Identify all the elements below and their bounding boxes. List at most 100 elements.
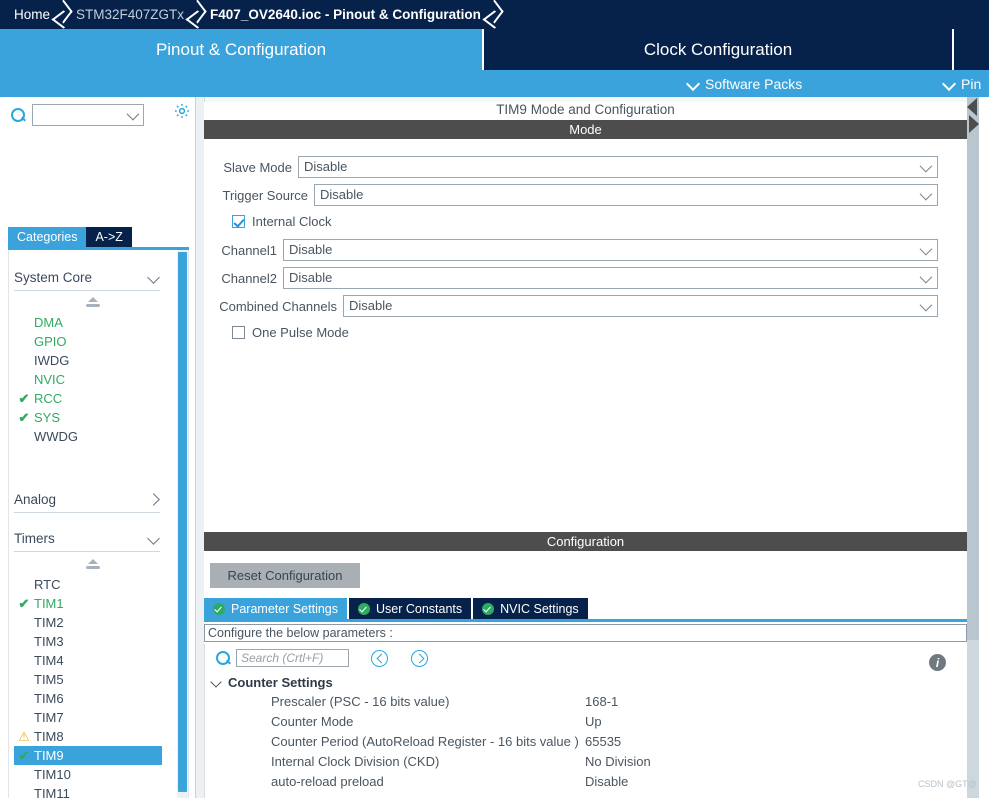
sidebar-item-label: TIM7	[34, 710, 64, 725]
peripheral-sidebar: Categories A->Z System Core DMA GPIO IWD…	[0, 97, 196, 798]
chevron-down-icon	[148, 272, 160, 284]
internal-clock-label: Internal Clock	[252, 214, 332, 229]
search-icon	[10, 107, 26, 123]
sidebar-tab-categories[interactable]: Categories	[8, 227, 87, 247]
table-row[interactable]: Counter Period (AutoReload Register - 16…	[205, 733, 968, 753]
one-pulse-mode-checkbox-row[interactable]: One Pulse Mode	[232, 325, 349, 340]
field-combined-channels: Combined Channels Disable	[219, 295, 959, 317]
sidebar-item-label: TIM6	[34, 691, 64, 706]
tab-parameter-settings[interactable]: Parameter Settings	[204, 598, 349, 619]
main-tab-bar: Pinout & Configuration Clock Configurati…	[0, 29, 989, 70]
check-circle-icon	[482, 602, 495, 615]
gear-icon[interactable]	[173, 102, 191, 120]
sidebar-item-iwdg[interactable]: IWDG	[14, 351, 162, 370]
chevron-down-icon	[919, 187, 933, 201]
reset-configuration-button[interactable]: Reset Configuration	[210, 563, 360, 588]
sidebar-item-tim2[interactable]: TIM2	[14, 613, 162, 632]
watermark-text: CSDN @GT@	[918, 779, 977, 789]
sidebar-tab-az[interactable]: A->Z	[86, 227, 132, 247]
tab-nvic-settings[interactable]: NVIC Settings	[473, 598, 588, 619]
search-placeholder: Search (Crtl+F)	[241, 651, 324, 665]
sidebar-group-label: Analog	[14, 492, 57, 507]
tab-pinout-configuration[interactable]: Pinout & Configuration	[0, 29, 484, 70]
sidebar-item-label: RCC	[34, 391, 63, 406]
one-pulse-mode-label: One Pulse Mode	[252, 325, 349, 340]
slave-mode-select[interactable]: Disable	[298, 156, 938, 178]
tab-clock-configuration[interactable]: Clock Configuration	[484, 29, 954, 70]
collapse-left-arrow-icon[interactable]	[967, 98, 977, 116]
check-icon: ✔	[18, 409, 30, 425]
sidebar-item-tim11[interactable]: TIM11	[14, 784, 162, 798]
breadcrumb-item-current[interactable]: F407_OV2640.ioc - Pinout & Configuration	[210, 0, 481, 29]
page-title: TIM9 Mode and Configuration	[204, 102, 967, 120]
sidebar-item-label: TIM5	[34, 672, 64, 687]
sidebar-tab-row: Categories A->Z	[8, 227, 132, 247]
internal-clock-checkbox[interactable]	[232, 215, 245, 228]
sidebar-scrollbar-track[interactable]	[177, 250, 188, 798]
sidebar-item-label: TIM1	[34, 596, 64, 611]
table-row[interactable]: Counter Mode Up	[205, 713, 968, 733]
one-pulse-mode-checkbox[interactable]	[232, 326, 245, 339]
parameter-name: Prescaler (PSC - 16 bits value)	[271, 694, 450, 709]
sidebar-item-label: NVIC	[34, 372, 66, 387]
sidebar-group-system-core[interactable]: System Core	[14, 265, 160, 291]
sidebar-item-nvic[interactable]: NVIC	[14, 370, 162, 389]
field-label: Channel1	[221, 242, 277, 258]
sidebar-item-tim3[interactable]: TIM3	[14, 632, 162, 651]
sidebar-item-tim5[interactable]: TIM5	[14, 670, 162, 689]
sidebar-item-tim7[interactable]: TIM7	[14, 708, 162, 727]
internal-clock-checkbox-row[interactable]: Internal Clock	[232, 214, 331, 229]
sidebar-item-tim6[interactable]: TIM6	[14, 689, 162, 708]
sidebar-item-dma[interactable]: DMA	[14, 313, 162, 332]
tab-label: User Constants	[376, 601, 463, 616]
sidebar-item-sys[interactable]: ✔ SYS	[14, 408, 162, 427]
tab-overflow[interactable]	[954, 29, 989, 70]
chevron-right-circle-icon[interactable]	[411, 649, 428, 667]
sidebar-item-tim1[interactable]: ✔ TIM1	[14, 594, 162, 613]
combined-channels-select[interactable]: Disable	[343, 295, 938, 317]
breadcrumb-item-device[interactable]: STM32F407ZGTx	[76, 0, 184, 29]
table-row[interactable]: auto-reload preload Disable	[205, 773, 968, 793]
parameter-group-counter-settings[interactable]: Counter Settings	[211, 675, 333, 690]
check-circle-icon	[213, 602, 225, 615]
parameter-settings-area: Search (Crtl+F) i Counter Settings Presc…	[204, 644, 967, 798]
sidebar-group-timers[interactable]: Timers	[14, 526, 160, 552]
sidebar-item-rtc[interactable]: RTC	[14, 575, 162, 594]
sidebar-item-tim8[interactable]: ⚠ TIM8	[14, 727, 162, 746]
tab-label: NVIC Settings	[500, 601, 579, 616]
software-packs-menu[interactable]: Software Packs	[688, 70, 802, 97]
sidebar-item-wwdg[interactable]: WWDG	[14, 427, 162, 446]
sidebar-item-label: TIM2	[34, 615, 64, 630]
table-row[interactable]: Prescaler (PSC - 16 bits value) 168-1	[205, 693, 968, 713]
chevron-down-icon	[148, 533, 160, 545]
trigger-source-select[interactable]: Disable	[314, 184, 938, 206]
scroll-up-pip-icon[interactable]	[86, 297, 101, 309]
sidebar-item-label: TIM10	[34, 767, 71, 782]
sidebar-item-tim4[interactable]: TIM4	[14, 651, 162, 670]
sidebar-item-label: TIM3	[34, 634, 64, 649]
table-row[interactable]: Internal Clock Division (CKD) No Divisio…	[205, 753, 968, 773]
sidebar-item-label: RTC	[34, 577, 61, 592]
sidebar-group-analog[interactable]: Analog	[14, 487, 160, 513]
channel1-select[interactable]: Disable	[283, 239, 938, 261]
tab-user-constants[interactable]: User Constants	[349, 598, 474, 619]
channel2-select[interactable]: Disable	[283, 267, 938, 289]
pinout-menu[interactable]: Pin	[944, 70, 981, 97]
info-icon[interactable]: i	[929, 654, 946, 671]
parameter-value: No Division	[585, 754, 651, 769]
breadcrumb-item-home[interactable]: Home	[14, 0, 50, 29]
sidebar-item-tim10[interactable]: TIM10	[14, 765, 162, 784]
sidebar-item-tim9[interactable]: ✔ TIM9	[14, 746, 162, 765]
expand-right-arrow-icon[interactable]	[969, 115, 979, 133]
field-label: Channel2	[221, 270, 277, 286]
sidebar-item-gpio[interactable]: GPIO	[14, 332, 162, 351]
configuration-scrollbar[interactable]	[967, 640, 979, 798]
chevron-left-circle-icon[interactable]	[371, 649, 388, 667]
parameter-search-input[interactable]: Search (Crtl+F)	[236, 649, 349, 667]
sidebar-search-input[interactable]	[32, 104, 144, 126]
pinout-menu-label: Pin	[961, 75, 982, 92]
sidebar-item-label: TIM8	[34, 729, 64, 744]
sidebar-item-rcc[interactable]: ✔ RCC	[14, 389, 162, 408]
scroll-up-pip-icon[interactable]	[86, 559, 101, 571]
sidebar-scrollbar-thumb[interactable]	[178, 252, 187, 792]
